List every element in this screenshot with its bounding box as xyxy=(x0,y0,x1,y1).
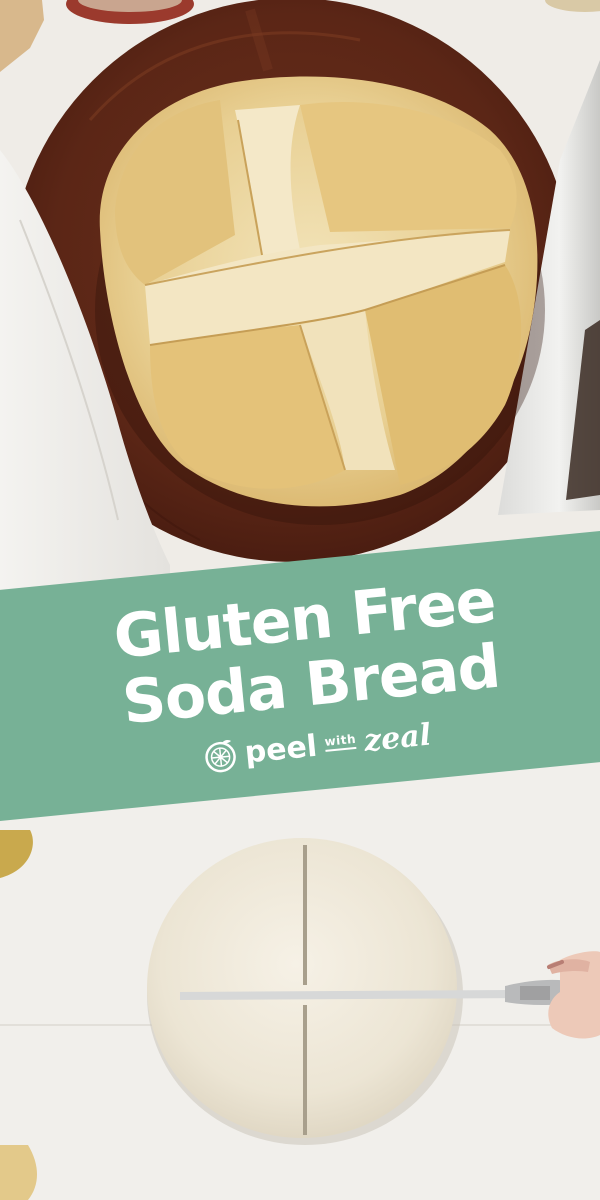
citrus-slice-icon xyxy=(204,740,236,773)
pin-graphic: Gluten Free Soda Bread peel with zeal xyxy=(0,0,600,1200)
brand-word-with: with xyxy=(323,731,357,752)
brand-word-zeal: zeal xyxy=(362,717,433,759)
brand-word-peel: peel xyxy=(243,728,319,771)
